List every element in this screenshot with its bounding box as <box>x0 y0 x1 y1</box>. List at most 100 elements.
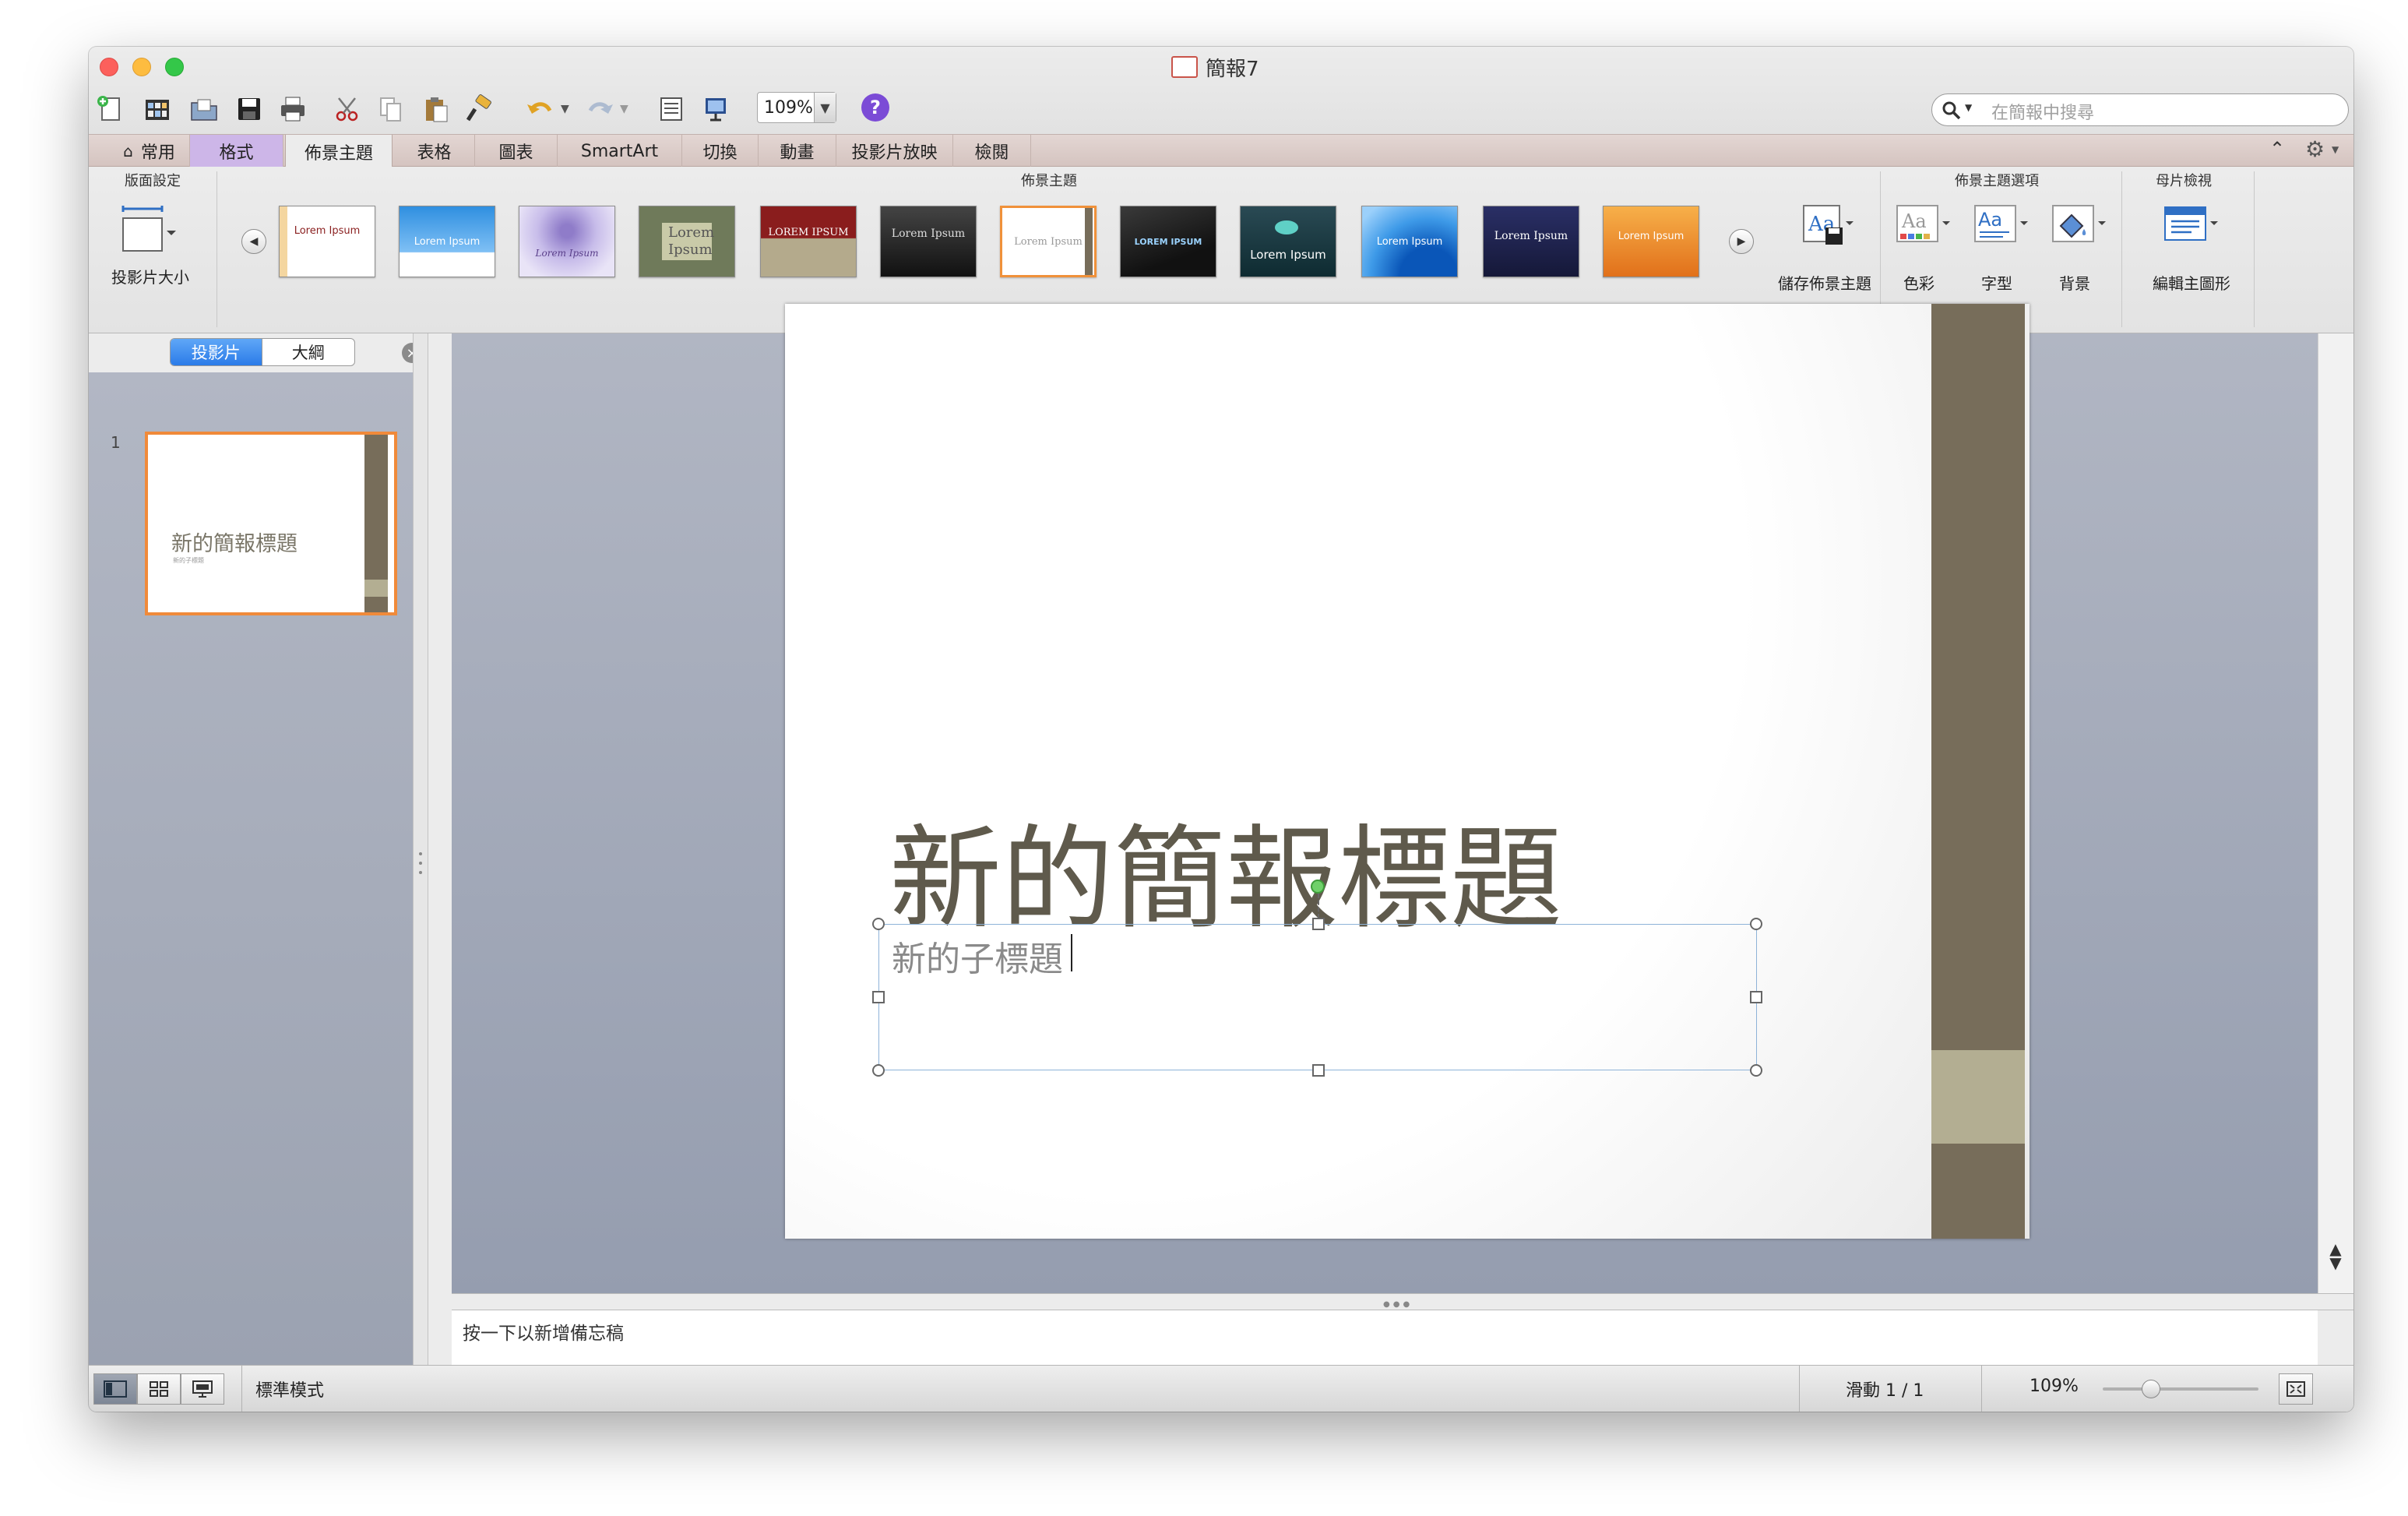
theme-background-button[interactable]: 背景 <box>2050 203 2112 296</box>
theme-thumbnail[interactable]: Lorem Ipsum <box>1240 206 1336 277</box>
theme-sample-text: Lorem Ipsum <box>1618 230 1685 242</box>
themes-scroll-right-button[interactable]: ▶ <box>1729 229 1754 254</box>
text-cursor <box>1071 934 1072 971</box>
theme-thumbnail[interactable]: Lorem Ipsum <box>1603 206 1699 277</box>
theme-thumbnail[interactable]: Lorem Ipsum <box>880 206 977 277</box>
new-from-template-button[interactable] <box>137 89 178 129</box>
slide-number: 1 <box>111 433 121 452</box>
slide-thumbnail-selected[interactable]: 新的簡報標題 新的子標題 <box>145 432 397 615</box>
tab-slides[interactable]: 投影片 <box>171 339 262 365</box>
tab-format[interactable]: 格式 <box>190 135 283 167</box>
theme-thumbnail[interactable]: Lorem Ipsum <box>519 206 615 277</box>
background-paint-bucket-icon <box>2052 205 2106 242</box>
theme-background-label: 背景 <box>2059 274 2090 293</box>
undo-dropdown-arrow-icon[interactable]: ▼ <box>561 103 569 115</box>
tab-home[interactable]: ⌂ 常用 <box>109 135 190 167</box>
tab-charts[interactable]: 圖表 <box>475 135 558 167</box>
zoom-dropdown-arrow-icon[interactable]: ▼ <box>814 93 836 122</box>
help-button[interactable]: ? <box>861 93 889 122</box>
redo-button[interactable] <box>579 89 620 129</box>
tab-smartart[interactable]: SmartArt <box>558 135 682 167</box>
title-toolbar-area: 簡報7 ▼ ▼ 109% ▼ ? ▼ 在簡報中搜尋 ⌂ 常用 格式 佈景主題 表… <box>89 47 2353 184</box>
notes-placeholder[interactable]: 按一下以新增備忘稿 <box>463 1318 624 1345</box>
theme-colors-button[interactable]: Aa 色彩 <box>1894 203 1956 296</box>
new-document-icon <box>97 96 120 121</box>
search-icon[interactable] <box>1942 100 1962 121</box>
ribbon-settings-dropdown-icon[interactable]: ▼ <box>2332 144 2339 155</box>
zoom-slider[interactable] <box>2103 1387 2258 1391</box>
cut-button[interactable] <box>327 89 368 129</box>
open-button[interactable] <box>184 89 224 129</box>
redo-dropdown-arrow-icon[interactable]: ▼ <box>620 103 628 115</box>
resize-handle-left[interactable] <box>872 991 885 1003</box>
pane-splitter[interactable] <box>413 333 428 1412</box>
tab-tables[interactable]: 表格 <box>394 135 475 167</box>
tab-label: 切換 <box>702 143 738 163</box>
tab-transitions[interactable]: 切換 <box>682 135 759 167</box>
slide-show-button[interactable] <box>696 89 737 129</box>
tab-themes[interactable]: 佈景主題 <box>285 135 393 169</box>
undo-button[interactable] <box>520 89 561 129</box>
ribbon-settings-gear-icon[interactable]: ⚙ <box>2305 136 2325 162</box>
resize-handle-bottom-right[interactable] <box>1750 1064 1762 1077</box>
pane-view-switcher: 投影片 大綱 <box>170 338 355 366</box>
resize-handle-bottom[interactable] <box>1312 1064 1325 1077</box>
resize-handle-top-right[interactable] <box>1750 918 1762 930</box>
edit-master-button[interactable]: 編輯主圖形 <box>2145 203 2238 296</box>
new-button[interactable] <box>90 89 131 129</box>
zoom-select[interactable]: 109% ▼ <box>757 92 836 123</box>
slide-show-view-button[interactable] <box>181 1373 224 1405</box>
copy-button[interactable] <box>371 89 411 129</box>
theme-thumbnail[interactable]: Lorem Ipsum <box>279 206 375 277</box>
print-button[interactable] <box>273 89 313 129</box>
theme-thumbnail[interactable]: LOREM IPSUM <box>1120 206 1216 277</box>
insert-text-box-button[interactable] <box>651 89 692 129</box>
save-button[interactable] <box>229 89 269 129</box>
save-theme-label: 儲存佈景主題 <box>1778 274 1871 293</box>
zoom-window-button[interactable] <box>165 58 184 76</box>
paintbrush-icon <box>466 94 491 122</box>
collapse-ribbon-chevron-up-icon[interactable]: ⌃ <box>2269 138 2285 160</box>
tab-label: 動畫 <box>780 143 815 163</box>
normal-view-button[interactable] <box>93 1373 137 1405</box>
search-options-dropdown-icon[interactable]: ▼ <box>1965 102 1972 113</box>
tab-animations[interactable]: 動畫 <box>759 135 836 167</box>
slide-master-icon <box>2164 206 2218 241</box>
tab-review[interactable]: 檢閱 <box>953 135 1031 167</box>
themes-scroll-left-button[interactable]: ◀ <box>241 229 266 254</box>
search-field[interactable]: ▼ 在簡報中搜尋 <box>1931 93 2349 126</box>
format-painter-button[interactable] <box>459 89 500 129</box>
theme-colors-label: 色彩 <box>1903 274 1934 293</box>
tab-outline[interactable]: 大綱 <box>261 339 354 365</box>
theme-thumbnail[interactable]: LOREM IPSUM <box>760 206 857 277</box>
zoom-slider-knob[interactable] <box>2142 1380 2160 1398</box>
vertical-scrollbar[interactable]: ▲ ▼ <box>2318 333 2353 1293</box>
slide-subtitle[interactable]: 新的子標題 <box>892 931 1063 981</box>
minimize-window-button[interactable] <box>132 58 151 76</box>
tab-slide-show[interactable]: 投影片放映 <box>836 135 953 167</box>
close-window-button[interactable] <box>100 58 118 76</box>
subtitle-placeholder-selected[interactable]: 新的子標題 <box>872 880 1762 1077</box>
theme-fonts-button[interactable]: Aa 字型 <box>1972 203 2034 296</box>
theme-thumbnail[interactable]: Lorem Ipsum <box>1361 206 1458 277</box>
printer-icon <box>281 97 305 122</box>
slide-canvas[interactable]: 新的簡報標題 新的子標題 <box>785 304 2030 1239</box>
resize-handle-top[interactable] <box>1312 918 1325 930</box>
slide-sorter-view-button[interactable] <box>137 1373 181 1405</box>
rotation-handle[interactable] <box>1311 880 1325 894</box>
theme-thumbnail[interactable]: Lorem Ipsum <box>639 206 735 277</box>
resize-handle-bottom-left[interactable] <box>872 1064 885 1077</box>
notes-splitter[interactable]: ●●● <box>452 1293 2353 1310</box>
resize-handle-top-left[interactable] <box>872 918 885 930</box>
save-theme-button[interactable]: Aa 儲存佈景主題 <box>1774 203 1875 296</box>
slide-size-button[interactable]: 投影片大小 <box>111 204 189 290</box>
fit-to-window-button[interactable] <box>2279 1373 2313 1405</box>
previous-next-slide-arrows-icon[interactable]: ▲ ▼ <box>2326 1241 2345 1271</box>
theme-thumbnail[interactable]: Lorem Ipsum <box>1483 206 1579 277</box>
slide-position: 滑動 1 / 1 <box>1846 1381 1924 1401</box>
paste-button[interactable] <box>416 89 456 129</box>
theme-thumbnail[interactable]: Lorem Ipsum <box>399 206 495 277</box>
theme-thumbnail-selected[interactable]: Lorem Ipsum <box>1000 206 1097 277</box>
resize-handle-right[interactable] <box>1750 991 1762 1003</box>
thumbnail-subtitle: 新的子標題 <box>173 557 204 564</box>
